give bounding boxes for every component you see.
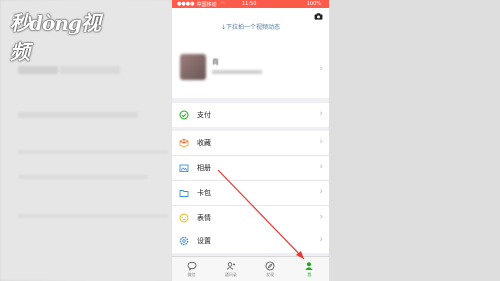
chat-icon [187, 261, 197, 271]
clock: 11:50 [242, 1, 257, 7]
chevron-right-icon: › [319, 137, 323, 147]
profile-header[interactable]: ↓下拉拍一个视频动态 肖 › [172, 8, 329, 98]
pull-down-hint[interactable]: ↓下拉拍一个视频动态 [172, 22, 329, 31]
chevron-right-icon: › [319, 162, 323, 172]
favorites-icon [179, 138, 189, 148]
contacts-icon [226, 261, 236, 271]
menu-item-card[interactable]: 卡包 › [172, 181, 329, 206]
menu-group-pay: 支付 › [172, 103, 329, 127]
settings-icon [179, 236, 189, 246]
tab-contacts[interactable]: 通讯录 [211, 257, 250, 281]
menu-label: 表情 [197, 214, 211, 222]
menu-item-pay[interactable]: 支付 › [172, 103, 329, 127]
menu-label: 卡包 [197, 189, 211, 197]
menu-group-main: 收藏 › 相册 › 卡包 › 表情 › [172, 131, 329, 230]
battery-label: 100% [306, 1, 321, 7]
blurred-right-panel [329, 0, 500, 281]
tab-label: 我 [307, 271, 312, 277]
tab-label: 通讯录 [224, 271, 237, 277]
watermark-logo: 秒dòng视频 [10, 11, 101, 64]
chevron-right-icon: › [319, 109, 323, 119]
menu-group-settings: 设置 › [172, 229, 329, 253]
tab-bar: 微信 通讯录 发现 我 [172, 256, 329, 281]
wechat-id-blurred [212, 70, 262, 74]
card-icon [179, 188, 189, 198]
sticker-icon [179, 213, 189, 223]
signal-icon: ●●●● [177, 1, 195, 7]
profile-nickname: 肖 [212, 58, 219, 66]
chevron-right-icon: › [319, 212, 323, 222]
carrier-label: 中国移动 [196, 1, 217, 8]
chevron-right-icon: › [319, 187, 323, 197]
menu-label: 设置 [197, 237, 211, 245]
menu-item-album[interactable]: 相册 › [172, 156, 329, 181]
tab-discover[interactable]: 发现 [251, 257, 290, 281]
menu-item-sticker[interactable]: 表情 › [172, 206, 329, 230]
menu-item-settings[interactable]: 设置 › [172, 229, 329, 253]
chevron-right-icon: › [319, 64, 323, 74]
camera-icon[interactable] [314, 13, 323, 20]
album-icon [179, 163, 189, 173]
status-bar: ●●●● 中国移动 ◠ 11:50 100% [172, 0, 329, 8]
menu-label: 收藏 [197, 139, 211, 147]
tab-chats[interactable]: 微信 [172, 257, 211, 281]
avatar[interactable] [180, 54, 206, 80]
me-icon [304, 261, 314, 271]
tab-me[interactable]: 我 [290, 257, 329, 281]
menu-item-favorites[interactable]: 收藏 › [172, 131, 329, 156]
discover-icon [265, 261, 275, 271]
phone-screen: ●●●● 中国移动 ◠ 11:50 100% ↓下拉拍一个视频动态 肖 › 支付… [172, 0, 329, 281]
pay-icon [179, 110, 189, 120]
tab-label: 微信 [187, 271, 196, 277]
menu-label: 支付 [197, 111, 211, 119]
menu-label: 相册 [197, 164, 211, 172]
tab-label: 发现 [266, 271, 275, 277]
wifi-icon: ◠ [220, 1, 225, 7]
chevron-right-icon: › [319, 235, 323, 245]
